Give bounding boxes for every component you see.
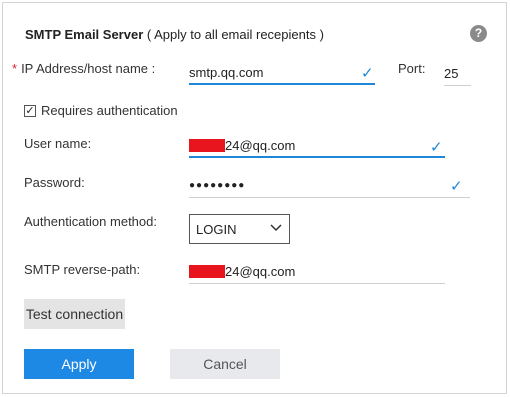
panel-title-bold: SMTP Email Server [25,27,144,42]
password-value: ●●●●●●●● [189,180,246,191]
username-input[interactable]: 24@qq.com [189,136,445,158]
chevron-down-icon [270,224,282,232]
port-value: 25 [444,66,459,81]
apply-button[interactable]: Apply [24,349,134,379]
required-marker: * [12,61,18,76]
auth-method-select[interactable]: LOGIN [189,214,290,244]
username-value: 24@qq.com [225,138,296,153]
auth-method-value: LOGIN [196,222,237,237]
ip-valid-check-icon: ✓ [361,65,374,82]
reverse-path-label: SMTP reverse-path: [24,262,141,277]
panel-title-note: ( Apply to all email recepients ) [146,27,324,42]
port-input[interactable]: 25 [444,64,471,86]
reverse-path-value: 24@qq.com [225,264,296,279]
redacted-block [189,139,225,152]
username-valid-check-icon: ✓ [430,139,443,156]
port-label: Port: [398,61,426,76]
password-input[interactable]: ●●●●●●●● [189,176,470,198]
redacted-block [189,265,225,278]
password-valid-check-icon: ✓ [450,178,463,195]
cancel-button[interactable]: Cancel [170,349,280,379]
ip-address-value: smtp.qq.com [189,65,264,80]
username-label: User name: [24,136,92,151]
smtp-settings-panel: SMTP Email Server ( Apply to all email r… [2,2,507,394]
reverse-path-input[interactable]: 24@qq.com [189,262,445,284]
ip-address-label-text: IP Address/host name : [21,61,156,76]
ip-address-label: * IP Address/host name : [12,61,155,76]
ip-address-input[interactable]: smtp.qq.com [189,63,375,85]
requires-auth-checkbox[interactable]: ✓ [24,105,36,117]
test-connection-button[interactable]: Test connection [24,299,125,329]
password-label: Password: [24,175,85,190]
panel-title: SMTP Email Server ( Apply to all email r… [25,27,324,42]
requires-auth-label: Requires authentication [41,103,178,118]
help-icon[interactable]: ? [470,25,487,42]
auth-method-label: Authentication method: [24,214,157,229]
